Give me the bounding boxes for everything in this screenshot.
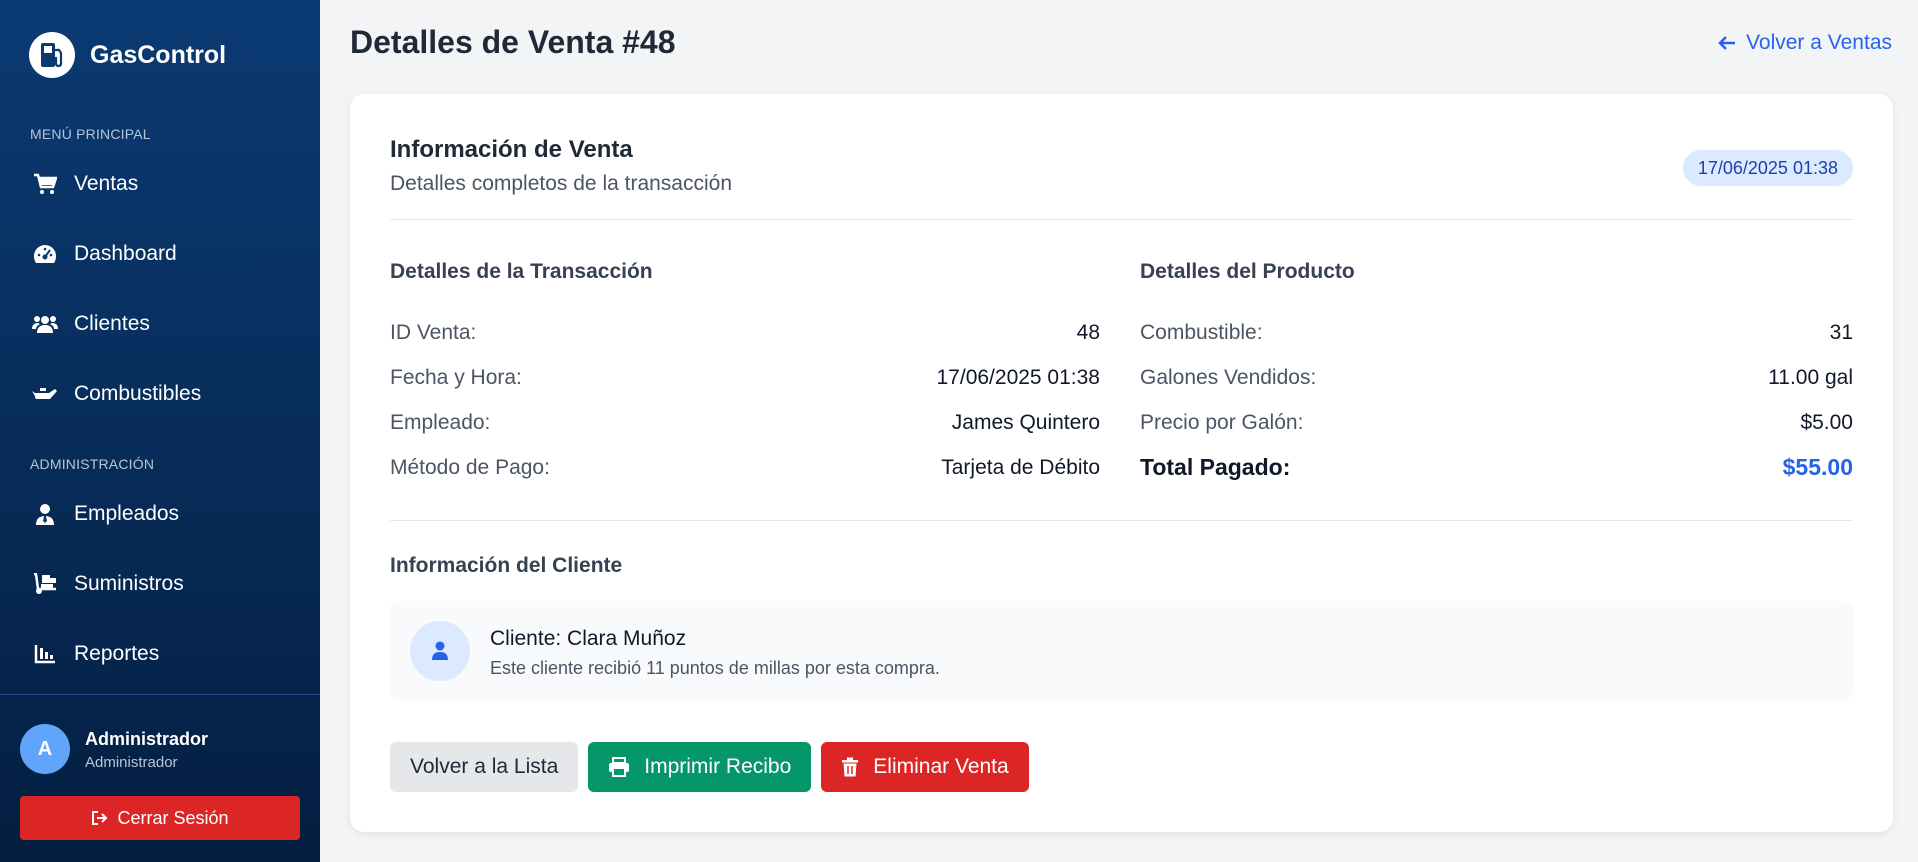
gas-pump-icon [29,32,75,78]
detail-label: Combustible: [1140,320,1263,344]
page-title: Detalles de Venta #48 [350,24,676,60]
admin-menu-label: ADMINISTRACIÓN [30,456,155,472]
detail-label: ID Venta: [390,320,477,344]
sidebar-item-empleados[interactable]: Empleados [0,488,320,540]
action-bar: Volver a la Lista Imprimir Recibo Elimin… [390,742,1039,792]
sidebar-item-label: Ventas [74,172,139,195]
detail-label: Fecha y Hora: [390,365,522,389]
client-name: Cliente: Clara Muñoz [490,627,687,650]
user-tie-icon [32,501,58,527]
print-icon [609,757,630,777]
detail-label: Método de Pago: [390,455,550,479]
logout-label: Cerrar Sesión [117,807,229,828]
sidebar-item-combustibles[interactable]: Combustibles [0,368,320,420]
client-heading: Información del Cliente [390,554,623,577]
card-title: Información de Venta [390,136,633,163]
gauge-icon [32,241,58,267]
detail-value: Tarjeta de Débito [941,455,1100,479]
product-details: Detalles del Producto Combustible: 31 Ga… [1140,260,1853,490]
brand[interactable]: GasControl [29,32,226,78]
detail-value: 17/06/2025 01:38 [936,365,1101,389]
users-icon [32,311,58,337]
user-icon [410,621,470,681]
sidebar-item-ventas[interactable]: Ventas [0,158,320,210]
detail-row-employee: Empleado: James Quintero [390,400,1100,445]
oil-can-icon [32,381,58,407]
logout-button[interactable]: Cerrar Sesión [20,796,300,840]
detail-value: James Quintero [951,410,1100,434]
sidebar-item-label: Suministros [74,572,184,595]
sidebar-item-dashboard[interactable]: Dashboard [0,228,320,280]
sidebar: GasControl MENÚ PRINCIPAL Ventas Dashboa… [0,0,320,862]
sidebar-divider [0,694,320,695]
cart-icon [32,171,58,197]
print-receipt-button[interactable]: Imprimir Recibo [588,742,812,792]
card-subtitle: Detalles completos de la transacción [390,172,733,195]
chart-bar-icon [32,641,58,667]
sidebar-item-label: Combustibles [74,382,202,405]
sidebar-item-label: Reportes [74,642,160,665]
detail-row-gallons: Galones Vendidos: 11.00 gal [1140,355,1853,400]
sign-out-icon [92,811,108,825]
total-value: $55.00 [1782,454,1853,480]
transaction-heading: Detalles de la Transacción [390,260,653,283]
detail-value: 11.00 gal [1768,365,1853,389]
back-to-list-button[interactable]: Volver a la Lista [390,742,579,792]
detail-label: Precio por Galón: [1140,410,1304,434]
detail-row-date: Fecha y Hora: 17/06/2025 01:38 [390,355,1100,400]
sidebar-item-label: Clientes [74,312,150,335]
divider [390,219,1853,220]
trash-icon [842,757,859,777]
avatar[interactable]: A [20,724,70,774]
main-menu-label: MENÚ PRINCIPAL [30,126,151,142]
back-to-sales-label: Volver a Ventas [1746,31,1892,54]
arrow-left-icon [1718,36,1736,50]
product-heading: Detalles del Producto [1140,260,1355,283]
detail-label: Empleado: [390,410,491,434]
sidebar-item-label: Dashboard [74,242,177,265]
client-note: Este cliente recibió 11 puntos de millas… [490,658,940,678]
sidebar-item-reportes[interactable]: Reportes [0,628,320,680]
detail-value: 48 [1076,320,1100,344]
date-badge: 17/06/2025 01:38 [1682,150,1853,186]
detail-row-price: Precio por Galón: $5.00 [1140,400,1853,445]
user-name: Administrador [85,729,209,749]
back-to-list-label: Volver a la Lista [410,755,559,778]
detail-label: Galones Vendidos: [1140,365,1317,389]
delete-sale-button[interactable]: Eliminar Venta [821,742,1029,792]
detail-row-total: Total Pagado: $55.00 [1140,445,1853,490]
detail-row-fuel: Combustible: 31 [1140,310,1853,355]
print-receipt-label: Imprimir Recibo [644,755,792,778]
app-name: GasControl [90,40,227,69]
divider [390,520,1853,521]
total-label: Total Pagado: [1140,454,1291,480]
detail-value: $5.00 [1800,410,1853,434]
back-to-sales-link[interactable]: Volver a Ventas [1718,31,1892,55]
detail-value: 31 [1829,320,1853,344]
truck-loading-icon [32,571,58,597]
detail-row-id: ID Venta: 48 [390,310,1100,355]
delete-sale-label: Eliminar Venta [873,755,1009,778]
sidebar-item-label: Empleados [74,502,180,525]
transaction-details: Detalles de la Transacción ID Venta: 48 … [390,260,1100,490]
user-role: Administrador [85,754,178,771]
client-info-box: Cliente: Clara Muñoz Este cliente recibi… [390,601,1853,701]
sidebar-item-suministros[interactable]: Suministros [0,558,320,610]
detail-row-payment: Método de Pago: Tarjeta de Débito [390,445,1100,490]
sale-detail-card: Información de Venta Detalles completos … [350,94,1893,832]
sidebar-item-clientes[interactable]: Clientes [0,298,320,350]
